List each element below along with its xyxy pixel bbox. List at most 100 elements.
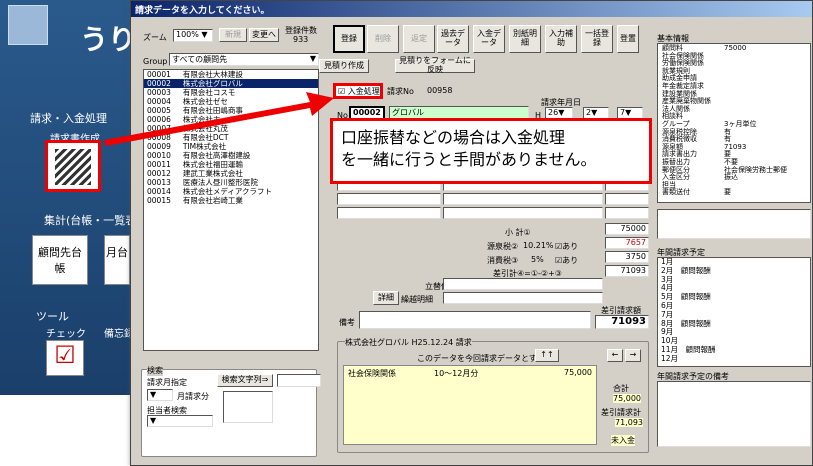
search-text-area[interactable]: [223, 391, 273, 423]
client-list-item[interactable]: 00011 株式会社福田運輸: [144, 160, 318, 169]
toolbar-button[interactable]: 別紙明細: [509, 25, 541, 53]
check-icon[interactable]: ☑: [46, 340, 84, 376]
client-name: 株式会社メディアクラフト: [182, 187, 272, 196]
reflect-estimate-button[interactable]: 見積りをフォームに反映: [395, 56, 475, 74]
toolbar-button[interactable]: 過去データ: [437, 25, 469, 53]
section-billing: 請求・入金処理: [30, 112, 107, 125]
subtotal-label: 小 計①: [505, 228, 531, 237]
copy-previous-label: このデータを今回請求データとする⇒: [417, 354, 552, 363]
tax-check[interactable]: ☑あり: [555, 255, 578, 266]
item-desc-3[interactable]: [443, 207, 603, 219]
change-button[interactable]: 変更へ: [249, 28, 279, 42]
prev-arrow-button[interactable]: ←: [607, 349, 623, 362]
zoom-select[interactable]: 100% ▼: [173, 29, 213, 42]
search-month-suffix: 月請求分: [177, 392, 209, 401]
info-value: 振込: [724, 173, 738, 182]
client-ledger-button[interactable]: 顧問先台帳: [32, 235, 88, 285]
client-list-item[interactable]: 00001 有限会社大林建設: [144, 70, 318, 79]
client-ledger-label: 顧問先台帳: [38, 246, 82, 275]
net-value: 71093: [605, 265, 649, 277]
toolbar-button[interactable]: 一括登録: [581, 25, 613, 53]
carryover-label: 繰越明細: [401, 295, 433, 304]
client-list-item[interactable]: 00013 医療法人昼川整形医院: [144, 178, 318, 187]
toolbar-button[interactable]: 削除: [367, 25, 399, 53]
section-summary: 集計(台帳・一覧表: [44, 214, 137, 227]
tax-rate: 5%: [531, 255, 544, 264]
prev-total-label: 合計: [613, 384, 629, 393]
tax-check-label: あり: [562, 256, 579, 265]
client-name: 医療法人昼川整形医院: [182, 178, 258, 187]
carryover-field[interactable]: [443, 292, 603, 304]
previous-items-table: 社会保険関係 10～12月分 75,000: [343, 365, 597, 445]
withholding-check[interactable]: ☑あり: [555, 241, 578, 252]
section-tools: ツール: [36, 310, 69, 323]
annual-list: 1月 2月 顧問報酬 3月 4月 5月 顧問報酬 6月 7月 8月 顧問報酬 9月 10月 11月 …: [657, 257, 811, 367]
group-value: すべての顧問先: [172, 55, 228, 64]
app-title: うり: [80, 23, 137, 56]
arrow-shape: [104, 92, 334, 146]
info-row: 書類送付 要: [659, 188, 809, 197]
callout-line-1: 口座振替などの場合は入金処理: [341, 128, 566, 147]
monthly-button[interactable]: 月台: [104, 235, 130, 285]
callout-line-2: を一緒に行うと手間がありません。: [341, 150, 597, 169]
callout-box: 口座振替などの場合は入金処理 を一緒に行うと手間がありません。: [330, 118, 652, 184]
annual-row: 11月 顧問報酬: [661, 344, 716, 354]
request-no-label: 請求No: [387, 87, 414, 96]
client-code: 00012: [147, 169, 171, 178]
client-list-item[interactable]: 00012 建武工業株式会社: [144, 169, 318, 178]
month-value: 2: [586, 108, 592, 117]
client-code: 00010: [147, 151, 171, 160]
next-arrow-button[interactable]: →: [625, 349, 641, 362]
zoom-value: 100%: [176, 30, 199, 39]
search-month-label: 請求月指定: [147, 378, 187, 387]
info-value: 要: [724, 188, 731, 197]
detail-button[interactable]: 詳細: [373, 291, 399, 305]
client-code: 00013: [147, 178, 171, 187]
client-list-item[interactable]: 00002 株式会社グロバル: [144, 79, 318, 88]
toolbar-button[interactable]: 入力補助: [545, 25, 577, 53]
info-value: 75000: [724, 44, 747, 52]
toolbar-button[interactable]: 登置: [617, 25, 639, 53]
request-no-value: 00958: [427, 86, 453, 95]
prev-item-name: 社会保険関係: [348, 369, 396, 378]
info-memo[interactable]: [657, 209, 811, 239]
day-value: 7: [620, 108, 626, 117]
group-select[interactable]: すべての顧問先 ▼: [169, 53, 319, 66]
item-row-3[interactable]: [337, 207, 441, 219]
client-list-item[interactable]: 00015 有限会社岩崎工業: [144, 196, 318, 205]
note-field[interactable]: [359, 311, 591, 329]
payment-checkbox[interactable]: ☑ 入金処理: [333, 83, 383, 99]
window-title: 請求データを入力してください。: [131, 1, 812, 17]
search-month-select[interactable]: ▼: [147, 389, 173, 401]
toolbar-button[interactable]: 入金データ: [473, 25, 505, 53]
prev-total-value: 75,000: [613, 394, 641, 403]
invoice-create-button[interactable]: [45, 140, 101, 192]
annual-row: 8月 顧問報酬: [661, 318, 711, 328]
new-button[interactable]: 新規: [219, 28, 247, 42]
search-text-input[interactable]: [277, 374, 321, 387]
estimate-button[interactable]: 見積り作成: [319, 59, 369, 73]
prev-net-value: 71,093: [615, 418, 643, 427]
advance-field[interactable]: [443, 278, 603, 290]
annual-row: 12月: [661, 353, 679, 363]
toolbar-button[interactable]: 返定: [403, 25, 435, 53]
client-name: 建武工業株式会社: [182, 169, 243, 178]
item-amt-3[interactable]: [605, 207, 649, 219]
item-row-2[interactable]: [337, 193, 441, 205]
info-key: 書類送付: [662, 188, 690, 197]
client-list-item[interactable]: 00010 有限会社高澤樹建設: [144, 151, 318, 160]
client-code: 00001: [147, 70, 171, 79]
check-label: チェック: [46, 329, 86, 340]
client-list-item[interactable]: 00014 株式会社メディアクラフト: [144, 187, 318, 196]
annual-row: 5月 顧問報酬: [661, 292, 711, 302]
client-name: 有限会社高澤樹建設: [182, 151, 251, 160]
total-value: 71093: [595, 315, 649, 329]
copy-previous-button[interactable]: ↑↑: [535, 349, 559, 362]
pointer-arrow: [104, 92, 334, 146]
item-amt-2[interactable]: [605, 193, 649, 205]
search-text-button[interactable]: 検索文字列⇒: [217, 374, 273, 387]
staff-search-select[interactable]: ▼: [147, 415, 213, 427]
item-desc-2[interactable]: [443, 193, 603, 205]
annual-note-field[interactable]: [657, 381, 811, 447]
toolbar-button[interactable]: 登録: [333, 25, 365, 53]
